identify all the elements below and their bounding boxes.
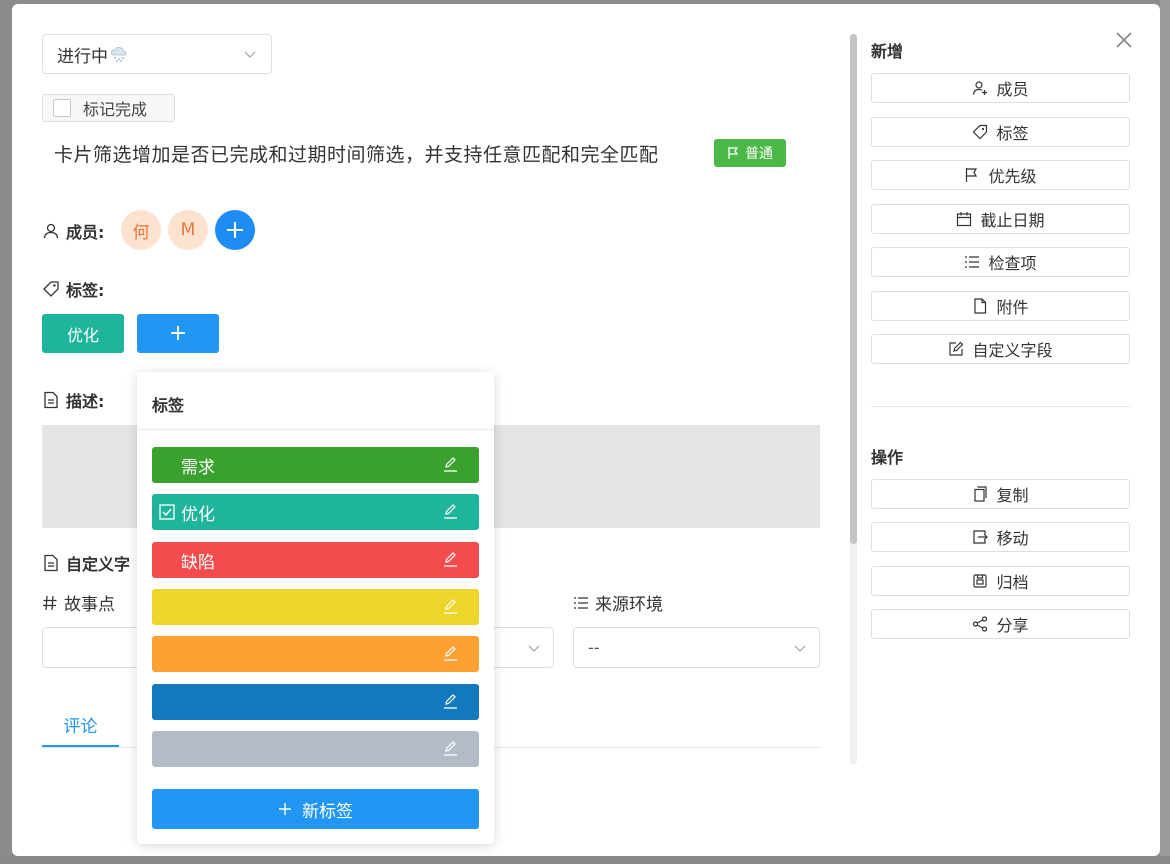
calendar-icon — [957, 212, 972, 227]
flag-icon — [966, 168, 978, 182]
edit-icon[interactable] — [442, 456, 459, 473]
hash-icon — [43, 595, 57, 610]
tab-comment[interactable]: 评论 — [42, 704, 119, 748]
archive-icon — [973, 574, 988, 588]
card-detail-dialog: 进行中 标记完成 卡片筛选增加是否已完成和过期时间筛选，并支持任意匹配和完全匹配… — [12, 4, 1160, 856]
add-section-title: 新增 — [871, 42, 904, 61]
edit-icon[interactable] — [442, 598, 459, 615]
snow-cloud-icon — [111, 47, 127, 62]
source-env-label: 来源环境 — [573, 590, 663, 615]
status-select[interactable]: 进行中 — [42, 34, 272, 74]
tag-option[interactable] — [152, 684, 479, 720]
add-priority-side-button[interactable]: 优先级 — [871, 160, 1130, 190]
tag-option-label: 优化 — [181, 504, 215, 525]
add-attachment-side-button[interactable]: 附件 — [871, 291, 1130, 321]
edit-icon[interactable] — [442, 693, 459, 710]
user-add-icon — [973, 81, 988, 95]
close-icon — [1116, 32, 1132, 48]
checkbox-box[interactable] — [53, 99, 71, 117]
checkbox-checked-icon — [159, 504, 175, 520]
add-due-date-side-button[interactable]: 截止日期 — [871, 204, 1130, 234]
tag-option[interactable] — [152, 589, 479, 625]
custom-fields-label: 自定义字 — [42, 551, 130, 575]
priority-label: 普通 — [745, 146, 773, 162]
card-title[interactable]: 卡片筛选增加是否已完成和过期时间筛选，并支持任意匹配和完全匹配 — [54, 140, 659, 167]
chevron-down-icon — [528, 645, 540, 652]
tag-option[interactable]: 需求 — [152, 447, 479, 483]
sidebar-divider — [871, 406, 1130, 407]
tag-option-label: 需求 — [181, 457, 215, 478]
edit-icon[interactable] — [442, 551, 459, 568]
close-button[interactable] — [1112, 28, 1136, 52]
chevron-down-icon — [244, 51, 256, 58]
add-member-button[interactable] — [215, 210, 255, 250]
add-custom-field-side-button[interactable]: 自定义字段 — [871, 334, 1130, 364]
share-icon — [973, 616, 988, 632]
add-checklist-side-button[interactable]: 检查项 — [871, 247, 1130, 277]
move-icon — [973, 530, 989, 544]
add-tag-button[interactable]: + — [137, 314, 219, 353]
list-icon — [574, 596, 588, 609]
chevron-down-icon — [794, 645, 806, 652]
share-button[interactable]: 分享 — [871, 609, 1130, 639]
list-icon — [965, 256, 980, 268]
document-icon — [44, 391, 58, 409]
copy-button[interactable]: 复制 — [871, 479, 1130, 509]
move-button[interactable]: 移动 — [871, 522, 1130, 552]
story-points-label: 故事点 — [42, 590, 115, 615]
edit-icon[interactable] — [442, 740, 459, 757]
tag-option[interactable] — [152, 636, 479, 672]
mark-done-label: 标记完成 — [83, 100, 148, 119]
tag-icon — [43, 281, 59, 297]
background-page-strip — [1160, 0, 1170, 864]
tag-option-label: 缺陷 — [181, 552, 215, 573]
scrollbar-thumb[interactable] — [850, 34, 857, 544]
status-value: 进行中 — [57, 46, 108, 67]
file-icon — [974, 298, 987, 314]
tag-option[interactable]: 优化 — [152, 494, 479, 530]
priority-badge[interactable]: 普通 — [714, 139, 786, 167]
tag-icon — [973, 124, 988, 140]
popover-title: 标签 — [152, 396, 185, 415]
background-page-bottom — [0, 856, 1170, 864]
operations-section-title: 操作 — [871, 448, 904, 467]
tags-label: 标签: — [42, 277, 104, 301]
tag-option[interactable] — [152, 731, 479, 767]
popover-divider — [137, 429, 494, 430]
new-tag-button[interactable]: 新标签 — [152, 789, 479, 829]
mark-done-checkbox[interactable]: 标记完成 — [42, 94, 175, 122]
source-env-select[interactable]: -- — [573, 627, 820, 668]
members-label: 成员: — [42, 219, 104, 243]
archive-button[interactable]: 归档 — [871, 566, 1130, 596]
description-label: 描述: — [42, 388, 104, 412]
tag-chip[interactable]: 优化 — [42, 314, 124, 353]
add-member-side-button[interactable]: 成员 — [871, 73, 1130, 103]
add-tag-side-button[interactable]: 标签 — [871, 117, 1130, 147]
plus-icon — [279, 803, 291, 815]
plus-icon — [227, 222, 243, 238]
flag-icon — [728, 147, 739, 159]
edit-icon — [949, 341, 964, 356]
avatar[interactable]: M — [168, 210, 208, 250]
edit-icon[interactable] — [442, 645, 459, 662]
tag-picker-popover: 标签 需求优化缺陷 新标签 — [137, 372, 494, 844]
edit-icon[interactable] — [442, 503, 459, 520]
tag-option[interactable]: 缺陷 — [152, 542, 479, 578]
copy-icon — [974, 486, 988, 502]
user-icon — [43, 223, 59, 239]
document-icon — [44, 554, 58, 572]
avatar[interactable]: 何 — [121, 210, 161, 250]
